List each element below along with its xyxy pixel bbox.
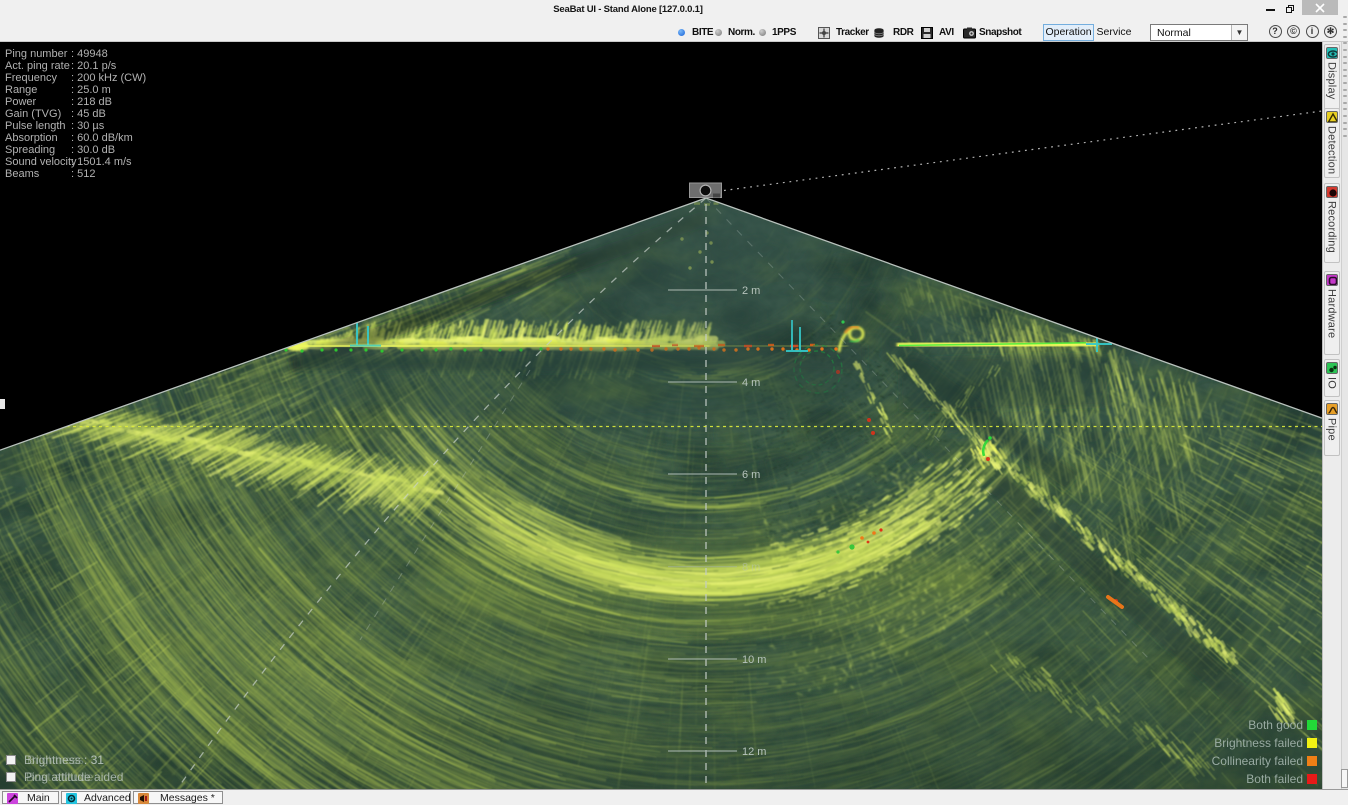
svg-text:10 m: 10 m	[742, 654, 766, 666]
svg-text:12 m: 12 m	[742, 746, 766, 758]
svg-text:4 m: 4 m	[742, 377, 760, 389]
svg-text:8 m: 8 m	[742, 562, 760, 574]
svg-text:6 m: 6 m	[742, 469, 760, 481]
svg-text:2 m: 2 m	[742, 285, 760, 297]
